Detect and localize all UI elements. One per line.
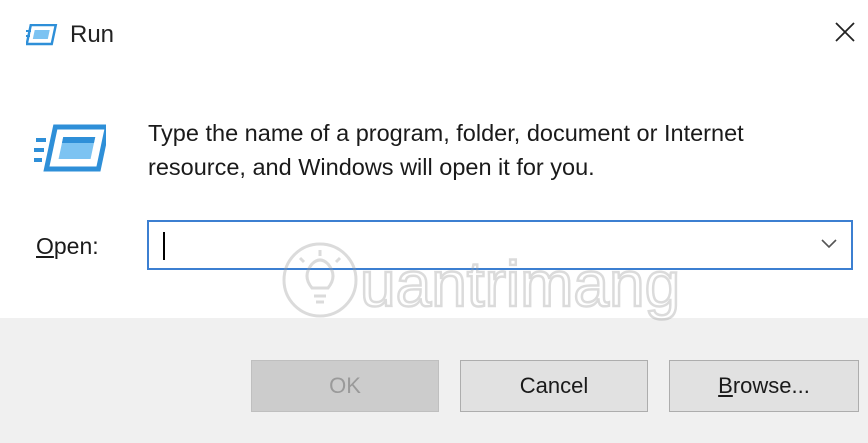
run-dialog: Run Type the name of a program, folder, … [0, 0, 868, 443]
open-label-text: pen: [53, 233, 99, 259]
open-input[interactable] [161, 230, 801, 260]
window-title: Run [70, 21, 115, 48]
browse-button[interactable]: Browse... [669, 360, 859, 412]
cancel-button[interactable]: Cancel [460, 360, 648, 412]
browse-mnemonic: B [718, 373, 733, 398]
open-dropdown-button[interactable] [807, 222, 851, 268]
ok-button-label: OK [329, 373, 361, 398]
text-caret [163, 232, 165, 260]
open-combobox[interactable] [147, 220, 853, 270]
description-line: resource, and Windows will open it for y… [148, 154, 595, 180]
cancel-button-label: Cancel [519, 373, 589, 398]
run-icon [25, 23, 58, 46]
open-label: Open: [36, 231, 99, 261]
description-line: Type the name of a program, folder, docu… [148, 120, 744, 146]
chevron-down-icon [821, 236, 837, 254]
browse-button-label: rowse... [732, 373, 810, 398]
close-button[interactable] [822, 8, 868, 60]
open-label-mnemonic: O [36, 233, 54, 259]
run-description: Type the name of a program, folder, docu… [148, 116, 848, 184]
run-program-icon [34, 124, 111, 174]
ok-button[interactable]: OK [251, 360, 439, 412]
title-bar[interactable]: Run [0, 0, 868, 70]
close-icon [833, 20, 857, 49]
